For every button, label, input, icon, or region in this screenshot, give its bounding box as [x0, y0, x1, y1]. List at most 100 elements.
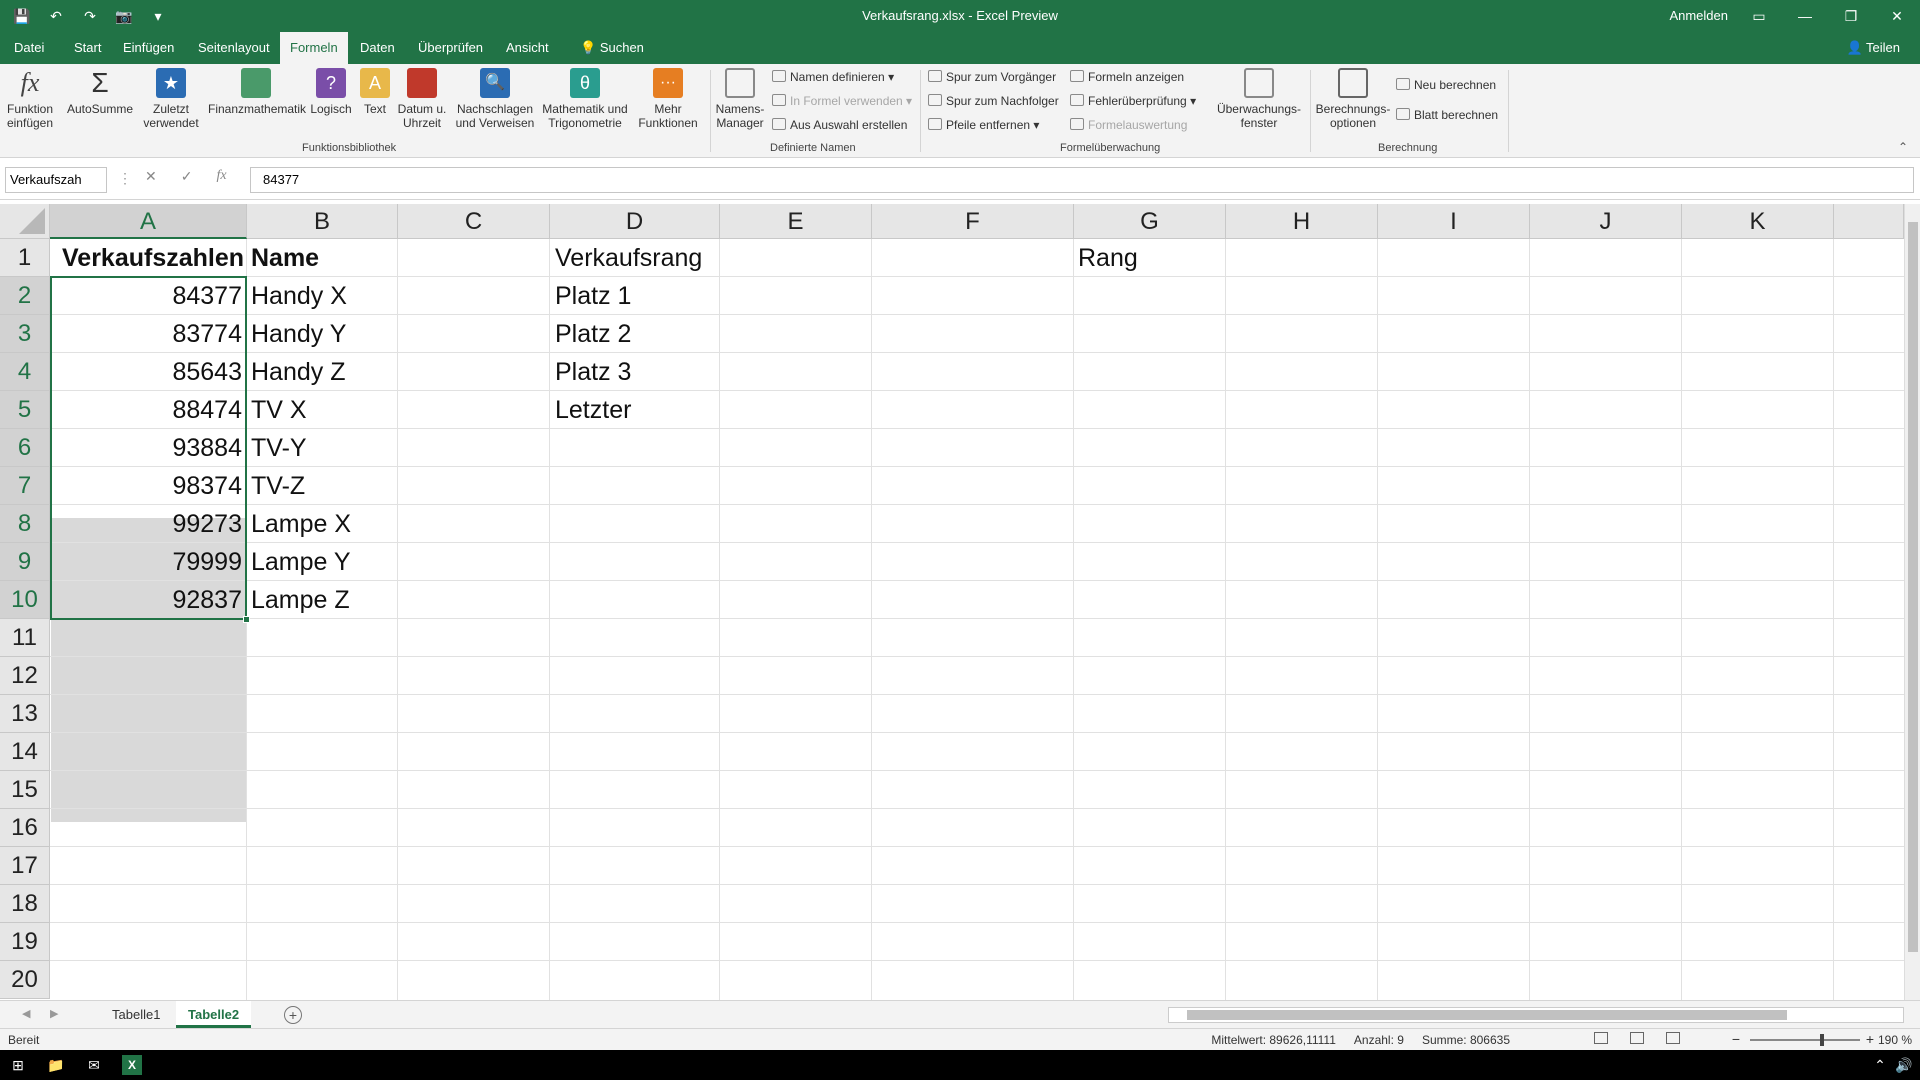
tab-ansicht[interactable]: Ansicht	[496, 32, 559, 64]
zoom-slider[interactable]	[1750, 1034, 1860, 1046]
cancel-icon[interactable]: ✕	[145, 168, 157, 185]
formula-input[interactable]: 84377	[250, 167, 1914, 193]
column-header-d[interactable]: D	[550, 204, 720, 239]
column-header-a[interactable]: A	[50, 204, 247, 239]
row-header-19[interactable]: 19	[0, 923, 50, 961]
sign-in-link[interactable]: Anmelden	[1669, 8, 1728, 23]
column-header-j[interactable]: J	[1530, 204, 1682, 239]
name-box[interactable]: Verkaufszah	[5, 167, 107, 193]
normal-view-icon[interactable]	[1594, 1032, 1608, 1044]
cell-a1[interactable]: Verkaufszahlen	[58, 239, 248, 277]
page-break-view-icon[interactable]	[1666, 1032, 1680, 1044]
cell-b9[interactable]: Lampe Y	[247, 543, 355, 581]
zoom-out-icon[interactable]: −	[1732, 1031, 1740, 1047]
row-header-13[interactable]: 13	[0, 695, 50, 733]
cell-b2[interactable]: Handy X	[247, 277, 351, 315]
sheet-tab-tabelle2[interactable]: Tabelle2	[176, 1001, 252, 1028]
select-all-corner[interactable]	[0, 204, 50, 239]
column-header-g[interactable]: G	[1074, 204, 1226, 239]
column-header-h[interactable]: H	[1226, 204, 1378, 239]
page-layout-view-icon[interactable]	[1630, 1032, 1644, 1044]
column-header-b[interactable]: B	[247, 204, 398, 239]
row-header-18[interactable]: 18	[0, 885, 50, 923]
text-button[interactable]: A Text	[358, 68, 392, 116]
cell-b7[interactable]: TV-Z	[247, 467, 309, 505]
formeln-anzeigen-button[interactable]: Formeln anzeigen	[1070, 70, 1184, 84]
autosumme-button[interactable]: Σ AutoSumme	[64, 68, 136, 117]
ribbon-display-icon[interactable]: ▭	[1736, 0, 1782, 32]
nachschlagen-button[interactable]: 🔍 Nachschlagen und Verweisen	[452, 68, 538, 130]
file-explorer-icon[interactable]: 📁	[46, 1055, 66, 1075]
row-header-7[interactable]: 7	[0, 467, 50, 505]
aus-auswahl-erstellen-button[interactable]: Aus Auswahl erstellen	[772, 118, 907, 132]
zuletzt-verwendet-button[interactable]: ★ Zuletzt verwendet	[136, 68, 206, 130]
blatt-berechnen-button[interactable]: Blatt berechnen	[1396, 108, 1498, 122]
row-header-5[interactable]: 5	[0, 391, 50, 429]
cell-b6[interactable]: TV-Y	[247, 429, 311, 467]
column-header-partial[interactable]	[1834, 204, 1904, 239]
ueberwachungsfenster-button[interactable]: Überwachungs-fenster	[1214, 68, 1304, 130]
row-header-3[interactable]: 3	[0, 315, 50, 353]
restore-icon[interactable]: ❐	[1828, 0, 1874, 32]
windows-start-icon[interactable]: ⊞	[8, 1055, 28, 1075]
row-header-20[interactable]: 20	[0, 961, 50, 999]
scroll-left-icon[interactable]: ◀	[22, 1007, 30, 1020]
cell-b10[interactable]: Lampe Z	[247, 581, 354, 619]
row-header-14[interactable]: 14	[0, 733, 50, 771]
mathematik-button[interactable]: θ Mathematik und Trigonometrie	[540, 68, 630, 130]
logisch-button[interactable]: ? Logisch	[306, 68, 356, 116]
enter-check-icon[interactable]: ✓	[181, 168, 193, 185]
column-header-i[interactable]: I	[1378, 204, 1530, 239]
add-sheet-icon[interactable]: +	[284, 1006, 302, 1024]
minimize-icon[interactable]: —	[1782, 0, 1828, 32]
cell-d3[interactable]: Platz 2	[551, 315, 635, 353]
vertical-scroll-thumb[interactable]	[1908, 222, 1918, 952]
worksheet-grid[interactable]: A B C D E F G H I J K 1 2 3 4 5 6 7 8 9 …	[0, 204, 1904, 1000]
row-header-15[interactable]: 15	[0, 771, 50, 809]
sheet-tab-tabelle1[interactable]: Tabelle1	[100, 1001, 172, 1028]
column-header-c[interactable]: C	[398, 204, 550, 239]
mehr-funktionen-button[interactable]: ··· Mehr Funktionen	[632, 68, 704, 130]
row-header-11[interactable]: 11	[0, 619, 50, 657]
horizontal-scrollbar[interactable]	[1168, 1007, 1904, 1023]
neu-berechnen-button[interactable]: Neu berechnen	[1396, 78, 1496, 92]
row-header-12[interactable]: 12	[0, 657, 50, 695]
row-header-10[interactable]: 10	[0, 581, 50, 619]
berechnungsoptionen-button[interactable]: Berechnungs-optionen	[1314, 68, 1392, 130]
zoom-level[interactable]: 190 %	[1878, 1033, 1912, 1047]
cell-b8[interactable]: Lampe X	[247, 505, 355, 543]
datum-uhrzeit-button[interactable]: Datum u. Uhrzeit	[394, 68, 450, 130]
cell-d1[interactable]: Verkaufsrang	[551, 239, 706, 277]
finanzmathematik-button[interactable]: Finanzmathematik	[208, 68, 306, 116]
row-header-9[interactable]: 9	[0, 543, 50, 581]
tab-ueberpruefen[interactable]: Überprüfen	[408, 32, 493, 64]
cell-d5[interactable]: Letzter	[551, 391, 635, 429]
vertical-scrollbar[interactable]	[1904, 204, 1920, 1000]
tab-start[interactable]: Start	[64, 32, 111, 64]
insert-function-icon[interactable]: fx	[216, 168, 226, 185]
cell-d4[interactable]: Platz 3	[551, 353, 635, 391]
excel-taskbar-icon[interactable]: X	[122, 1055, 142, 1075]
formelauswertung-button[interactable]: Formelauswertung	[1070, 118, 1187, 132]
cell-b5[interactable]: TV X	[247, 391, 311, 429]
pfeile-entfernen-button[interactable]: Pfeile entfernen ▾	[928, 118, 1039, 132]
column-header-k[interactable]: K	[1682, 204, 1834, 239]
close-icon[interactable]: ✕	[1874, 0, 1920, 32]
volume-icon[interactable]: 🔊	[1894, 1055, 1914, 1075]
tray-chevron-icon[interactable]: ⌃	[1870, 1055, 1890, 1075]
tab-datei[interactable]: Datei	[4, 32, 54, 64]
tab-daten[interactable]: Daten	[350, 32, 405, 64]
fehlerueberpruefung-button[interactable]: Fehlerüberprüfung ▾	[1070, 94, 1196, 108]
spur-vorgaenger-button[interactable]: Spur zum Vorgänger	[928, 70, 1056, 84]
tab-formeln[interactable]: Formeln	[280, 32, 348, 64]
in-formel-verwenden-button[interactable]: In Formel verwenden ▾	[772, 94, 912, 108]
tab-einfuegen[interactable]: Einfügen	[113, 32, 184, 64]
namen-definieren-button[interactable]: Namen definieren ▾	[772, 70, 894, 84]
funktion-einfuegen-button[interactable]: fx Funktion einfügen	[2, 68, 58, 130]
cell-b4[interactable]: Handy Z	[247, 353, 349, 391]
row-header-4[interactable]: 4	[0, 353, 50, 391]
zoom-in-icon[interactable]: +	[1866, 1031, 1874, 1047]
fill-handle[interactable]	[243, 616, 250, 623]
cell-d2[interactable]: Platz 1	[551, 277, 635, 315]
cell-b3[interactable]: Handy Y	[247, 315, 350, 353]
